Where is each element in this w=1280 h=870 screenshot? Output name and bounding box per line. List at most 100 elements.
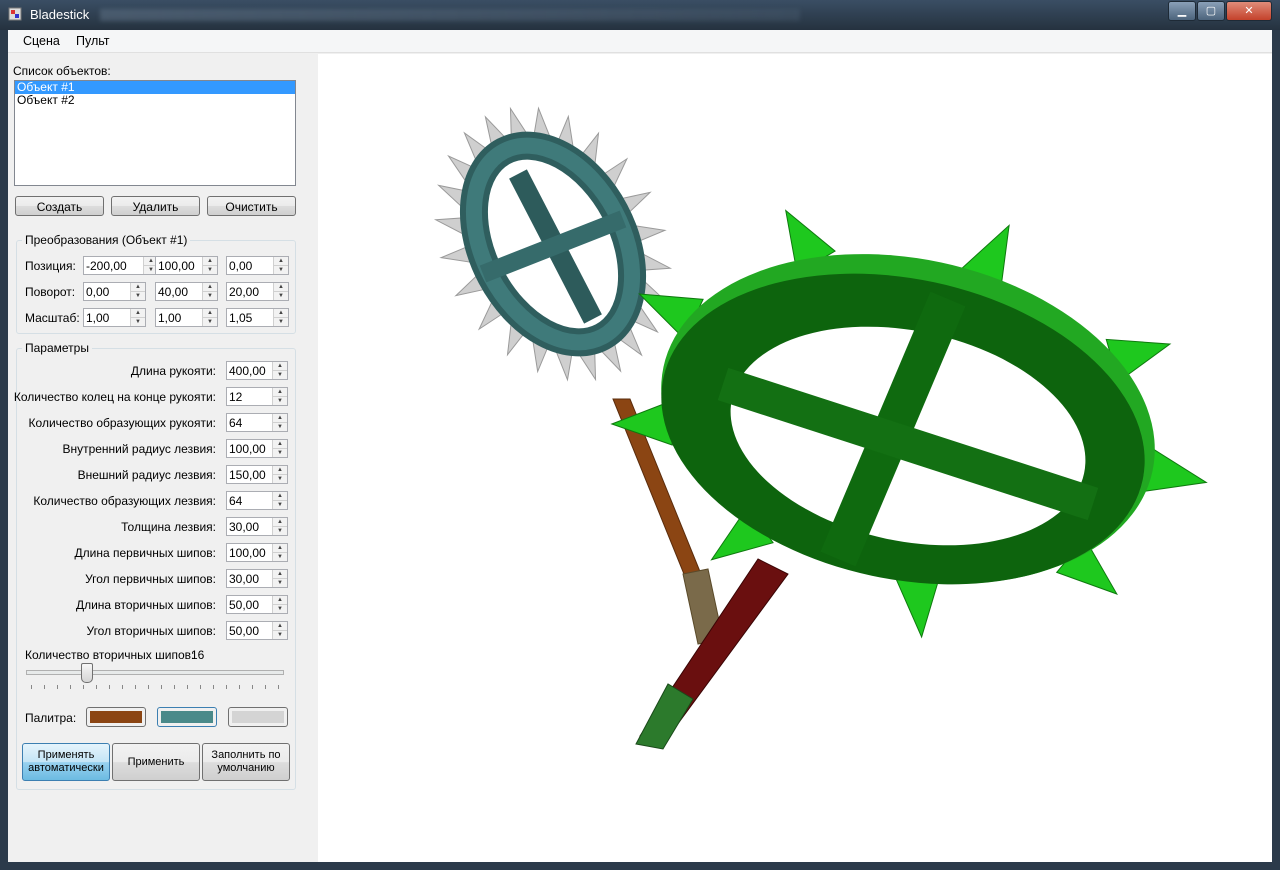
- auto-apply-button[interactable]: Применять автоматически: [22, 743, 110, 781]
- palette-spikes-color[interactable]: [228, 707, 288, 727]
- spin-up-icon[interactable]: ▲: [203, 309, 217, 318]
- spin-down-icon[interactable]: ▼: [273, 553, 287, 561]
- spin-down-icon[interactable]: ▼: [203, 266, 217, 274]
- menu-scene[interactable]: Сцена: [23, 34, 60, 48]
- spin-down-icon[interactable]: ▼: [273, 631, 287, 639]
- spin-down-icon[interactable]: ▼: [273, 605, 287, 613]
- spin-down-icon[interactable]: ▼: [273, 423, 287, 431]
- apply-button[interactable]: Применить: [112, 743, 200, 781]
- secondary-count-slider-thumb[interactable]: [81, 663, 93, 683]
- param-input[interactable]: 100,00 ▲ ▼: [226, 543, 288, 562]
- spin-up-icon[interactable]: ▲: [273, 596, 287, 605]
- slider-tick: [148, 685, 149, 689]
- spin-down-icon[interactable]: ▼: [274, 266, 288, 274]
- param-input[interactable]: 50,00 ▲ ▼: [226, 595, 288, 614]
- spike: [895, 575, 941, 639]
- slider-tick: [265, 685, 266, 689]
- rotation-z-input[interactable]: 20,00 ▲ ▼: [226, 282, 289, 301]
- palette-handle-color[interactable]: [86, 707, 146, 727]
- spin-down-icon[interactable]: ▼: [273, 527, 287, 535]
- param-input[interactable]: 64 ▲ ▼: [226, 413, 288, 432]
- slider-tick: [96, 685, 97, 689]
- spin-up-icon[interactable]: ▲: [274, 283, 288, 292]
- spin-down-icon[interactable]: ▼: [273, 501, 287, 509]
- spin-down-icon[interactable]: ▼: [131, 292, 145, 300]
- window-title: Bladestick: [30, 7, 90, 22]
- position-x-input[interactable]: -200,00 ▲ ▼: [83, 256, 159, 275]
- spin-down-icon[interactable]: ▼: [203, 292, 217, 300]
- clear-button[interactable]: Очистить: [207, 196, 296, 216]
- spin-up-icon[interactable]: ▲: [273, 544, 287, 553]
- spin-up-icon[interactable]: ▲: [274, 257, 288, 266]
- spin-down-icon[interactable]: ▼: [273, 579, 287, 587]
- palette-blade-color[interactable]: [157, 707, 217, 727]
- spin-down-icon[interactable]: ▼: [273, 449, 287, 457]
- delete-button[interactable]: Удалить: [111, 196, 200, 216]
- spin-up-icon[interactable]: ▲: [203, 257, 217, 266]
- list-item[interactable]: Объект #2: [15, 94, 295, 107]
- slider-tick: [44, 685, 45, 689]
- param-input[interactable]: 100,00 ▲ ▼: [226, 439, 288, 458]
- secondary-count-slider-track[interactable]: [26, 670, 284, 675]
- objects-list-label: Список объектов:: [13, 64, 111, 78]
- spin-up-icon[interactable]: ▲: [273, 362, 287, 371]
- spin-up-icon[interactable]: ▲: [274, 309, 288, 318]
- spin-up-icon[interactable]: ▲: [273, 492, 287, 501]
- scale-x-input[interactable]: 1,00 ▲ ▼: [83, 308, 146, 327]
- scene-render: [433, 106, 1208, 750]
- minimize-button[interactable]: ▁: [1168, 1, 1196, 21]
- defaults-button[interactable]: Заполнить по умолчанию: [202, 743, 290, 781]
- rotation-label: Поворот:: [25, 285, 76, 299]
- scale-z-input[interactable]: 1,05 ▲ ▼: [226, 308, 289, 327]
- position-y-input[interactable]: 100,00 ▲ ▼: [155, 256, 218, 275]
- param-label: Толщина лезвия:: [121, 520, 216, 534]
- param-input[interactable]: 30,00 ▲ ▼: [226, 569, 288, 588]
- window-bottom-border: [0, 862, 1280, 870]
- close-button[interactable]: ✕: [1226, 1, 1272, 21]
- param-input[interactable]: 150,00 ▲ ▼: [226, 465, 288, 484]
- spin-up-icon[interactable]: ▲: [273, 622, 287, 631]
- spin-up-icon[interactable]: ▲: [203, 283, 217, 292]
- close-icon: ✕: [1244, 5, 1254, 17]
- position-z-input[interactable]: 0,00 ▲ ▼: [226, 256, 289, 275]
- spin-down-icon[interactable]: ▼: [274, 292, 288, 300]
- spin-down-icon[interactable]: ▼: [203, 318, 217, 326]
- slider-tick: [200, 685, 201, 689]
- param-input[interactable]: 64 ▲ ▼: [226, 491, 288, 510]
- param-label: Количество образующих рукояти:: [28, 416, 216, 430]
- spin-up-icon[interactable]: ▲: [273, 440, 287, 449]
- spin-down-icon[interactable]: ▼: [274, 318, 288, 326]
- rotation-x-input[interactable]: 0,00 ▲ ▼: [83, 282, 146, 301]
- spin-down-icon[interactable]: ▼: [273, 475, 287, 483]
- slider-tick: [70, 685, 71, 689]
- spin-up-icon[interactable]: ▲: [131, 283, 145, 292]
- front-weapon: [610, 209, 1208, 750]
- spin-up-icon[interactable]: ▲: [273, 518, 287, 527]
- param-input[interactable]: 30,00 ▲ ▼: [226, 517, 288, 536]
- spin-up-icon[interactable]: ▲: [273, 466, 287, 475]
- spin-up-icon[interactable]: ▲: [273, 414, 287, 423]
- app-icon: [8, 7, 22, 21]
- param-label: Длина рукояти:: [130, 364, 216, 378]
- maximize-button[interactable]: ▢: [1197, 1, 1225, 21]
- spin-up-icon[interactable]: ▲: [131, 309, 145, 318]
- slider-tick: [83, 685, 84, 689]
- rotation-y-input[interactable]: 40,00 ▲ ▼: [155, 282, 218, 301]
- param-input[interactable]: 12 ▲ ▼: [226, 387, 288, 406]
- create-button[interactable]: Создать: [15, 196, 104, 216]
- scale-y-input[interactable]: 1,00 ▲ ▼: [155, 308, 218, 327]
- slider-tick: [122, 685, 123, 689]
- objects-listbox[interactable]: Объект #1 Объект #2: [14, 80, 296, 186]
- spin-down-icon[interactable]: ▼: [273, 397, 287, 405]
- spin-down-icon[interactable]: ▼: [273, 371, 287, 379]
- param-input[interactable]: 50,00 ▲ ▼: [226, 621, 288, 640]
- param-input[interactable]: 400,00 ▲ ▼: [226, 361, 288, 380]
- spin-down-icon[interactable]: ▼: [131, 318, 145, 326]
- param-label: Угол вторичных шипов:: [86, 624, 216, 638]
- spin-up-icon[interactable]: ▲: [273, 570, 287, 579]
- spin-up-icon[interactable]: ▲: [273, 388, 287, 397]
- title-bar[interactable]: Bladestick ▁ ▢ ✕: [0, 0, 1280, 30]
- 3d-viewport[interactable]: [318, 54, 1272, 862]
- menu-remote[interactable]: Пульт: [76, 34, 110, 48]
- transform-group-title: Преобразования (Объект #1): [22, 233, 191, 247]
